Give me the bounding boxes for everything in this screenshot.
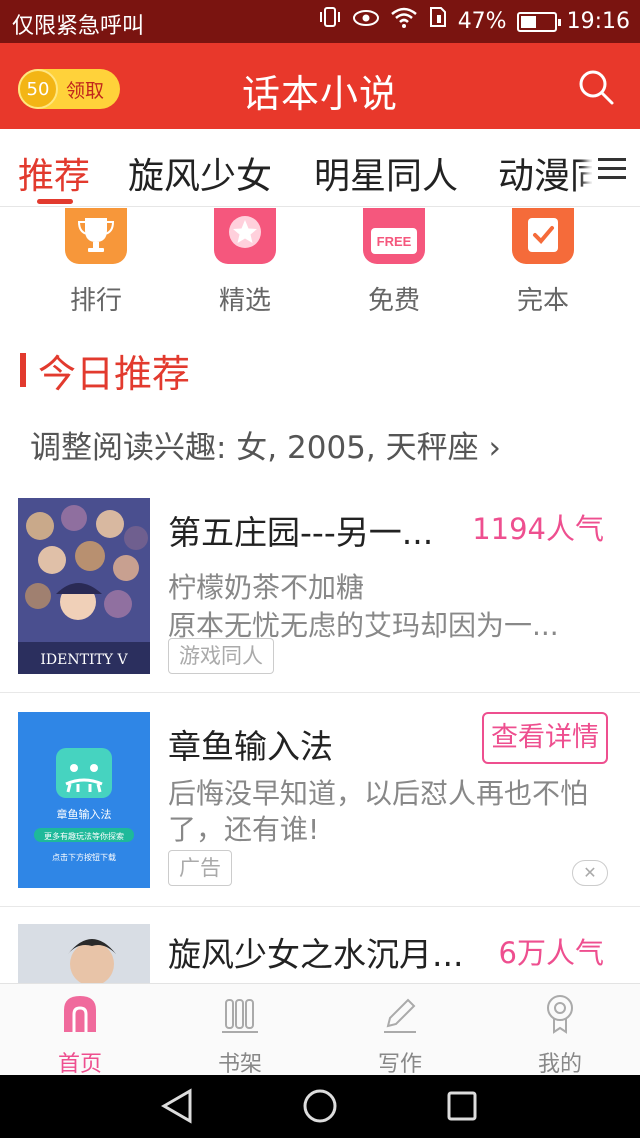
status-bar: 仅限紧急呼叫 47% 19:16 [0,0,640,43]
category-tabs: 推荐 旋风少女 明星同人 动漫同 [0,129,640,207]
battery-percent: 47% [457,9,507,34]
system-nav-bar [0,1075,640,1138]
battery-icon [516,11,561,32]
book-popularity: 1194人气 [472,512,604,546]
ad-slogan: 更多有趣玩法等你探索 [44,831,124,841]
bookshelf-icon [222,999,258,1033]
pen-icon [384,998,416,1033]
nav-write-label: 写作 [377,1052,422,1077]
recents-icon[interactable] [447,1091,477,1121]
rank-label: 排行 [69,286,122,316]
category-shortcuts: 排行 精选 FREE 免费 完本 [0,208,640,318]
ad-summary-line1: 后悔没早知道，以后怼人再也不怕 [168,777,589,810]
eye-comfort-icon [352,6,380,37]
book-tag: 游戏同人 [168,638,274,674]
wifi-icon [390,6,418,37]
nav-write[interactable]: 写作 [320,992,480,1078]
back-icon[interactable] [160,1088,192,1124]
book-cover [18,924,150,984]
tab-celebrity-fanfic[interactable]: 明星同人 [314,147,458,199]
trophy-icon [65,208,127,264]
cover-title: IDENTITY V [40,652,128,668]
star-icon [214,208,276,264]
ad-title: 章鱼输入法 [168,727,333,766]
featured-label: 精选 [218,286,271,316]
bottom-navigation: 首页 书架 写作 我的 [0,983,640,1078]
tab-anime-fanfic[interactable]: 动漫同 [498,147,606,199]
book-popularity: 6万人气 [498,936,604,970]
free-shortcut[interactable]: FREE 免费 [344,208,444,317]
nav-home-label: 首页 [57,1052,102,1077]
app-title: 话本小说 [241,72,398,116]
nav-profile-label: 我的 [537,1052,582,1077]
book-title: 第五庄园---另一... [168,513,434,552]
tabs-menu-icon[interactable] [592,129,640,206]
completed-label: 完本 [516,286,569,316]
free-icon: FREE [363,208,425,264]
ad-tag: 广告 [168,850,232,886]
featured-shortcut[interactable]: 精选 [195,208,295,317]
sim-icon [428,6,448,37]
ad-summary-line2: 了，还有谁! [168,813,320,846]
nav-bookshelf-label: 书架 [217,1052,262,1077]
search-icon[interactable] [576,67,616,107]
book-cover: IDENTITY V [18,498,150,674]
tab-recommend[interactable]: 推荐 [18,147,90,199]
book-item[interactable]: 旋风少女之水沉月... 6万人气 [0,924,640,984]
divider [0,692,640,693]
reading-interest-link[interactable]: 调整阅读兴趣: 女, 2005, 天秤座 › [30,422,501,467]
home-button-icon[interactable] [303,1089,337,1123]
clock: 19:16 [566,9,630,34]
view-details-button[interactable]: 查看详情 [482,712,608,764]
close-ad-icon[interactable]: ✕ [572,860,608,886]
nav-home[interactable]: 首页 [0,992,160,1078]
section-title: 今日推荐 [38,351,191,396]
divider [0,906,640,907]
ad-app-name: 章鱼输入法 [57,807,112,821]
tab-whirlwind-girl[interactable]: 旋风少女 [128,147,272,199]
nav-profile[interactable]: 我的 [480,992,640,1078]
book-title: 旋风少女之水沉月... [168,935,464,974]
completed-shortcut[interactable]: 完本 [493,208,593,317]
ad-cover: 章鱼输入法 更多有趣玩法等你探索 点击下方按钮下载 [18,712,150,888]
home-icon [64,996,96,1032]
book-author: 柠檬奶茶不加糖 [168,571,365,604]
vibrate-icon [318,6,342,37]
rank-shortcut[interactable]: 排行 [46,208,146,317]
free-label: 免费 [367,286,420,316]
check-icon [512,208,574,264]
active-tab-indicator [37,199,73,204]
ad-hint: 点击下方按钮下载 [52,852,116,862]
section-header: 今日推荐 [20,348,190,396]
section-marker [20,353,26,387]
free-badge-text: FREE [377,234,412,249]
book-item[interactable]: IDENTITY V 第五庄园---另一... 1194人气 柠檬奶茶不加糖 原… [0,498,640,688]
status-icons: 47% 19:16 [318,6,630,37]
nav-bookshelf[interactable]: 书架 [160,992,320,1078]
carrier-text: 仅限紧急呼叫 [12,14,145,39]
app-header: 50 领取 话本小说 [0,43,640,129]
profile-icon [547,995,573,1034]
